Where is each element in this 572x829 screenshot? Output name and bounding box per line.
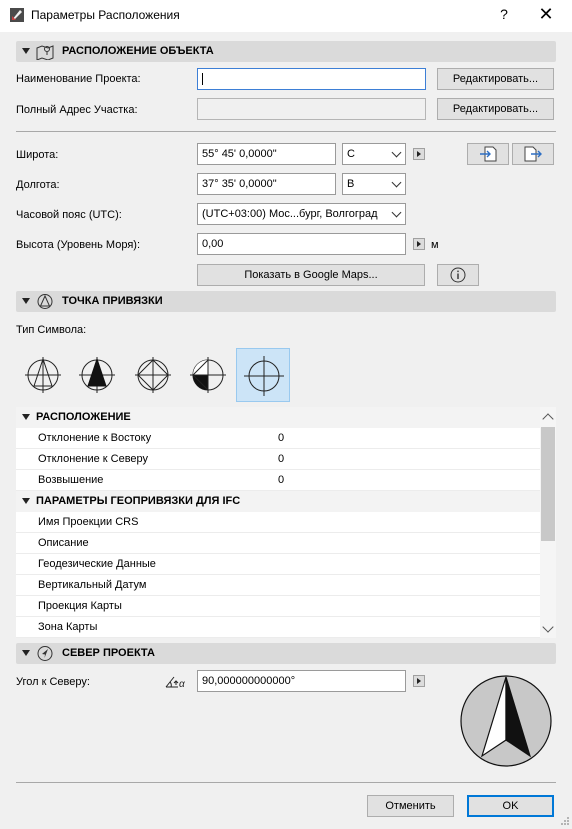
survey-point-outline-icon — [25, 357, 61, 393]
collapse-triangle-icon[interactable] — [22, 498, 30, 504]
placement-tree: РАСПОЛОЖЕНИЕ Отклонение к Востоку 0 Откло… — [16, 407, 556, 638]
window-title: Параметры Расположения — [31, 8, 180, 22]
longitude-direction-select[interactable]: В — [342, 173, 406, 195]
show-google-maps-button[interactable]: Показать в Google Maps... — [197, 264, 425, 286]
latitude-field[interactable]: 55° 45' 0,0000" — [197, 143, 336, 165]
chevron-down-icon — [391, 147, 402, 158]
altitude-menu-arrow[interactable] — [413, 238, 425, 250]
cancel-button[interactable]: Отменить — [367, 795, 454, 817]
import-file-icon — [480, 146, 497, 162]
section-title: ТОЧКА ПРИВЯЗКИ — [62, 295, 163, 307]
ok-button[interactable]: OK — [467, 795, 554, 817]
scrollbar-thumb[interactable] — [541, 427, 555, 541]
north-angle-field[interactable]: 90,000000000000° — [197, 670, 406, 692]
north-angle-label: Угол к Северу: — [16, 676, 90, 688]
info-button[interactable] — [437, 264, 479, 286]
anchor-section-header[interactable]: ТОЧКА ПРИВЯЗКИ — [16, 291, 556, 312]
chevron-down-icon — [391, 207, 402, 218]
table-row[interactable]: Зона Карты — [16, 617, 540, 638]
site-address-field[interactable] — [197, 98, 426, 120]
collapse-triangle-icon[interactable] — [22, 650, 30, 656]
table-row[interactable]: Проекция Карты — [16, 596, 540, 617]
table-row[interactable]: Отклонение к Северу 0 — [16, 449, 540, 470]
section-title: РАСПОЛОЖЕНИЕ ОБЪЕКТА — [62, 45, 214, 57]
map-pin-icon — [36, 43, 54, 61]
export-location-button[interactable] — [512, 143, 554, 165]
survey-point-icon — [36, 293, 54, 310]
table-row[interactable]: Геодезические Данные — [16, 554, 540, 575]
close-button[interactable]: ✕ — [536, 4, 556, 26]
info-icon — [450, 267, 466, 283]
section-title: СЕВЕР ПРОЕКТА — [62, 647, 155, 659]
scroll-down-icon[interactable] — [542, 621, 554, 633]
scroll-up-icon[interactable] — [542, 413, 554, 425]
edit-project-name-button[interactable]: Редактировать... — [437, 68, 554, 90]
latitude-direction-select[interactable]: С — [342, 143, 406, 165]
north-angle-menu-arrow[interactable] — [413, 675, 425, 687]
separator — [16, 131, 556, 132]
site-address-label: Полный Адрес Участка: — [16, 104, 138, 116]
resize-grip-icon[interactable] — [560, 816, 570, 826]
symbol-type-label: Тип Символа: — [16, 324, 87, 336]
symbol-option-2[interactable] — [70, 348, 124, 402]
tree-group-placement[interactable]: РАСПОЛОЖЕНИЕ — [16, 407, 540, 428]
symbol-option-4[interactable] — [181, 348, 235, 402]
help-button[interactable]: ? — [496, 6, 512, 24]
tree-scrollbar[interactable] — [540, 407, 556, 638]
table-row[interactable]: Вертикальный Датум — [16, 575, 540, 596]
timezone-select[interactable]: (UTC+03:00) Мос...бург, Волгоград — [197, 203, 406, 225]
chevron-down-icon — [391, 177, 402, 188]
timezone-label: Часовой пояс (UTC): — [16, 209, 122, 221]
latitude-menu-arrow[interactable] — [413, 148, 425, 160]
tree-group-ifc[interactable]: ПАРАМЕТРЫ ГЕОПРИВЯЗКИ ДЛЯ IFC — [16, 491, 540, 512]
location-section-header[interactable]: РАСПОЛОЖЕНИЕ ОБЪЕКТА — [16, 41, 556, 62]
longitude-field[interactable]: 37° 35' 0,0000" — [197, 173, 336, 195]
table-row[interactable]: Отклонение к Востоку 0 — [16, 428, 540, 449]
crosshair-icon — [244, 356, 284, 396]
table-row[interactable]: Возвышение 0 — [16, 470, 540, 491]
angle-icon: α — [164, 674, 190, 690]
altitude-label: Высота (Уровень Моря): — [16, 239, 140, 251]
collapse-triangle-icon[interactable] — [22, 48, 30, 54]
project-name-label: Наименование Проекта: — [16, 73, 141, 85]
altitude-field[interactable]: 0,00 — [197, 233, 406, 255]
app-icon — [10, 8, 24, 22]
survey-point-filled-icon — [79, 357, 115, 393]
crosshair-circle-icon — [135, 357, 171, 393]
import-location-button[interactable] — [467, 143, 509, 165]
export-file-icon — [524, 146, 542, 162]
north-section-header[interactable]: СЕВЕР ПРОЕКТА — [16, 643, 556, 664]
edit-site-address-button[interactable]: Редактировать... — [437, 98, 554, 120]
collapse-triangle-icon[interactable] — [22, 298, 30, 304]
crosshair-quadrant-icon — [190, 357, 226, 393]
table-row[interactable]: Описание — [16, 533, 540, 554]
altitude-unit: м — [431, 239, 439, 251]
longitude-label: Долгота: — [16, 179, 60, 191]
svg-text:α: α — [179, 679, 185, 690]
latitude-label: Широта: — [16, 149, 59, 161]
compass-icon — [36, 645, 54, 662]
symbol-option-5[interactable] — [236, 348, 290, 402]
symbol-option-1[interactable] — [16, 348, 70, 402]
project-name-field[interactable] — [197, 68, 426, 90]
table-row[interactable]: Имя Проекции CRS — [16, 512, 540, 533]
north-arrow-compass[interactable] — [459, 674, 553, 768]
symbol-option-3[interactable] — [126, 348, 180, 402]
separator — [16, 782, 556, 783]
collapse-triangle-icon[interactable] — [22, 414, 30, 420]
